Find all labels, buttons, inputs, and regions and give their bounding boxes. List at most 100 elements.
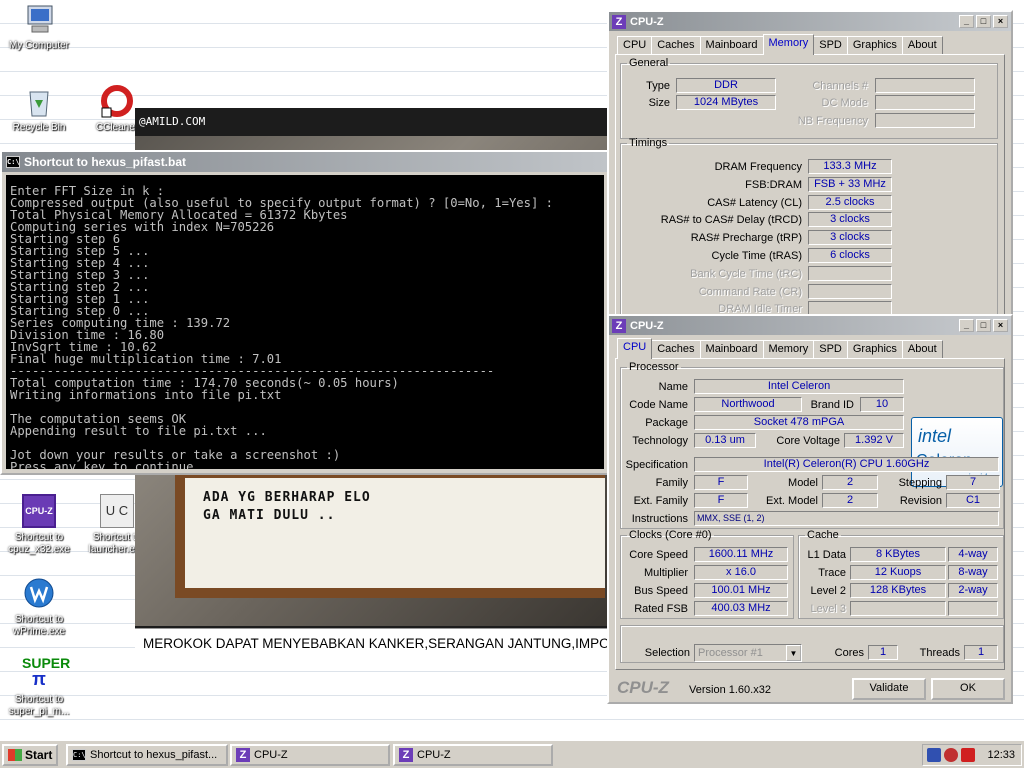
multiplier-value: x 16.0	[694, 565, 788, 580]
network-icon[interactable]	[927, 748, 941, 762]
cpuz-memory-window[interactable]: Z CPU-Z _ □ × CPU Caches Mainboard Memor…	[607, 10, 1013, 320]
security-icon[interactable]	[944, 748, 958, 762]
voltage-label: Core Voltage	[776, 435, 840, 447]
taskbar-button-cmd[interactable]: C:\ Shortcut to hexus_pifast...	[66, 744, 228, 766]
ccleaner-icon	[100, 84, 134, 118]
name-value: Intel Celeron	[694, 379, 904, 394]
timing-label: DRAM Frequency	[714, 161, 802, 173]
wprime-shortcut[interactable]: Shortcut to wPrime.exe	[0, 576, 78, 638]
tab-about[interactable]: About	[901, 340, 943, 358]
close-icon[interactable]: ×	[993, 319, 1008, 332]
tab-cpu[interactable]: CPU	[617, 36, 653, 54]
timing-value: 2.5 clocks	[808, 194, 892, 210]
clocks-legend: Clocks (Core #0)	[629, 529, 712, 541]
cmd-titlebar[interactable]: C:\ Shortcut to hexus_pifast.bat	[2, 152, 608, 172]
icon-label: Shortcut to wPrime.exe	[12, 614, 66, 637]
l3-value	[850, 601, 946, 616]
timing-value: FSB + 33 MHz	[808, 176, 892, 192]
cores-label: Cores	[834, 647, 864, 659]
model-value: 2	[822, 475, 878, 490]
windows-logo-icon	[8, 748, 22, 761]
ok-button[interactable]: OK	[931, 678, 1005, 700]
timing-value	[808, 283, 892, 299]
window-title: CPU-Z	[630, 15, 664, 28]
minimize-icon[interactable]: _	[959, 15, 974, 28]
timing-label: Bank Cycle Time (tRC)	[690, 267, 802, 280]
tab-caches[interactable]: Caches	[651, 340, 701, 358]
taskbar-button-cpuz-1[interactable]: Z CPU-Z	[230, 744, 390, 766]
icon-label: Recycle Bin	[12, 122, 66, 133]
chevron-down-icon[interactable]: ▼	[786, 645, 801, 661]
general-legend: General	[629, 57, 669, 69]
core-speed-value: 1600.11 MHz	[694, 547, 788, 562]
spec-label: Specification	[625, 459, 688, 471]
l2-assoc: 2-way	[948, 583, 998, 598]
technology-value: 0.13 um	[694, 433, 756, 448]
alert-icon[interactable]	[961, 748, 975, 762]
tab-graphics[interactable]: Graphics	[846, 36, 903, 54]
cpuz-memory-titlebar[interactable]: Z CPU-Z _ □ ×	[609, 12, 1011, 31]
l1-label: L1 Data	[807, 549, 846, 561]
maximize-icon[interactable]: □	[976, 15, 991, 28]
channels-label: Channels #	[812, 80, 868, 92]
cpuz-logo-icon: Z	[612, 318, 626, 333]
timing-label: Command Rate (CR)	[698, 285, 802, 298]
cmd-window[interactable]: C:\ Shortcut to hexus_pifast.bat Enter F…	[0, 150, 610, 475]
timing-value: 3 clocks	[808, 230, 892, 246]
processor-legend: Processor	[629, 361, 679, 373]
tab-cpu[interactable]: CPU	[617, 338, 653, 359]
wallpaper-watermark: @AMILD.COM	[139, 115, 206, 128]
validate-button[interactable]: Validate	[852, 678, 926, 700]
console-icon: C:\	[6, 156, 20, 168]
revision-label: Revision	[899, 495, 942, 507]
wprime-icon	[22, 576, 56, 610]
cpuz-logo-icon: Z	[612, 14, 626, 29]
trace-label: Trace	[818, 567, 846, 579]
tab-caches[interactable]: Caches	[651, 36, 701, 54]
tab-spd[interactable]: SPD	[813, 36, 848, 54]
revision-value: C1	[946, 493, 1000, 508]
cpuz-app-icon: CPU-Z	[22, 494, 56, 528]
cpuz-shortcut[interactable]: CPU-Z Shortcut to cpuz_x32.exe	[0, 494, 78, 556]
close-icon[interactable]: ×	[993, 15, 1008, 28]
stepping-label: Stepping	[898, 477, 942, 489]
cpuz-cpu-titlebar[interactable]: Z CPU-Z _ □ ×	[609, 316, 1011, 335]
wallpaper-sign: ADA YG BERHARAP ELO GA MATI DULU ..	[175, 468, 605, 598]
maximize-icon[interactable]: □	[976, 319, 991, 332]
taskbar-button-cpuz-2[interactable]: Z CPU-Z	[393, 744, 553, 766]
stepping-value: 7	[946, 475, 1000, 490]
selection-dropdown[interactable]: Processor #1 ▼	[694, 644, 802, 662]
timing-label: Cycle Time (tRAS)	[711, 250, 802, 262]
icon-label: Shortcut to super_pi_m...	[8, 694, 70, 717]
codename-label: Code Name	[629, 399, 688, 411]
tab-mainboard[interactable]: Mainboard	[699, 36, 764, 54]
bus-speed-value: 100.01 MHz	[694, 583, 788, 598]
tab-graphics[interactable]: Graphics	[846, 340, 903, 358]
cpuz-cpu-window[interactable]: Z CPU-Z _ □ × CPU Caches Mainboard Memor…	[607, 314, 1013, 704]
name-label: Name	[658, 381, 688, 393]
extfamily-value: F	[694, 493, 748, 508]
super-pi-icon: SUPER π	[22, 655, 71, 689]
tab-mainboard[interactable]: Mainboard	[699, 340, 764, 358]
tab-memory[interactable]: Memory	[762, 34, 815, 55]
codename-value: Northwood	[694, 397, 802, 412]
type-label: Type	[646, 80, 670, 92]
core-speed-label: Core Speed	[629, 549, 688, 561]
taskbar-button-label: CPU-Z	[417, 749, 451, 761]
minimize-icon[interactable]: _	[959, 319, 974, 332]
type-value: DDR	[676, 78, 776, 93]
tab-memory[interactable]: Memory	[762, 340, 815, 358]
console-output[interactable]: Enter FFT Size in k : Compressed output …	[6, 175, 604, 469]
trace-assoc: 8-way	[948, 565, 998, 580]
superpi-shortcut[interactable]: SUPER π Shortcut to super_pi_m...	[0, 656, 78, 718]
start-label: Start	[25, 747, 53, 762]
my-computer-shortcut[interactable]: My Computer	[0, 2, 78, 52]
tab-about[interactable]: About	[901, 36, 943, 54]
start-button[interactable]: Start	[2, 743, 59, 766]
recycle-bin-shortcut[interactable]: Recycle Bin	[0, 84, 78, 134]
timings-legend: Timings	[629, 137, 668, 149]
taskbar-button-label: CPU-Z	[254, 749, 288, 761]
clock[interactable]: 12:33	[987, 749, 1015, 761]
memory-panel: General Type DDR Size 1024 MBytes Channe…	[615, 54, 1005, 317]
tab-spd[interactable]: SPD	[813, 340, 848, 358]
